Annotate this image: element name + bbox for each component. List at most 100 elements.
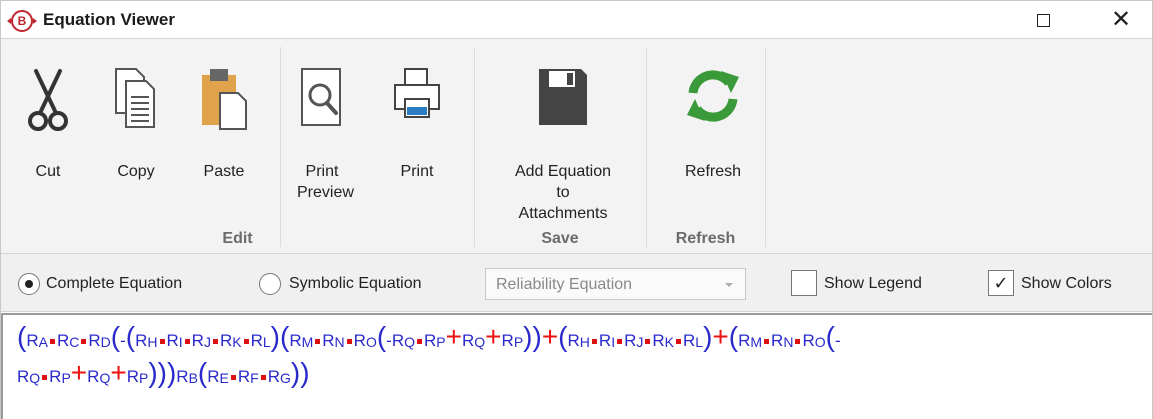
equation-variable: RP bbox=[424, 331, 446, 350]
show-colors-label[interactable]: Show Colors bbox=[1021, 275, 1112, 293]
equation-variable: RO bbox=[353, 331, 377, 350]
maximize-button[interactable] bbox=[1021, 1, 1065, 39]
equation-variable: RM bbox=[738, 331, 763, 350]
ribbon: Cut Copy Paste Print Preview Print Edit … bbox=[1, 39, 1152, 254]
equation-paren: ( bbox=[558, 321, 568, 352]
equation-product-dot bbox=[260, 374, 266, 380]
printer-icon bbox=[393, 67, 441, 130]
equation-variable: RH bbox=[135, 331, 158, 350]
equation-variable-subscript: I bbox=[178, 334, 183, 350]
equation-variable-subscript: F bbox=[250, 370, 259, 386]
equation-variable: RQ bbox=[17, 367, 41, 386]
print-preview-button[interactable]: Print Preview bbox=[287, 39, 357, 219]
ribbon-separator bbox=[474, 47, 475, 247]
equation-operator: + bbox=[712, 321, 729, 352]
equation-operator: + bbox=[445, 321, 462, 352]
equation-variable: RN bbox=[771, 331, 794, 350]
show-legend-label[interactable]: Show Legend bbox=[824, 275, 922, 293]
equation-variable: RF bbox=[237, 367, 259, 386]
equation-variable-subscript: J bbox=[636, 334, 644, 350]
equation-paren: ) bbox=[157, 357, 167, 388]
equation-product-dot bbox=[42, 374, 48, 380]
equation-variable: RP bbox=[49, 367, 71, 386]
app-logo-icon: B bbox=[7, 10, 37, 32]
equation-variable-subscript: G bbox=[280, 370, 291, 386]
complete-equation-radio[interactable] bbox=[18, 273, 40, 295]
equation-variable-subscript: C bbox=[69, 334, 80, 350]
equation-variable-subscript: L bbox=[262, 334, 271, 350]
copy-icon bbox=[114, 67, 158, 134]
equation-variable: RK bbox=[219, 331, 242, 350]
print-preview-icon bbox=[300, 67, 344, 134]
cut-button[interactable]: Cut bbox=[17, 39, 79, 219]
equation-variable-subscript: O bbox=[365, 334, 377, 350]
print-button[interactable]: Print bbox=[383, 39, 451, 219]
equation-variable-subscript: M bbox=[750, 334, 763, 350]
equation-variable-subscript: Q bbox=[29, 370, 41, 386]
equation-variable-subscript: A bbox=[38, 334, 48, 350]
equation-paren: ( bbox=[197, 357, 208, 388]
equation-paren: ) bbox=[300, 357, 310, 388]
equation-display: (RA RC RD(-(RH RI RJ RK RL)(RM RN RO(-RQ RP+RQ+RP… bbox=[1, 313, 1152, 419]
equation-variable-subscript: N bbox=[783, 334, 794, 350]
equation-product-dot bbox=[230, 374, 236, 380]
paste-button[interactable]: Paste bbox=[191, 39, 257, 219]
add-equation-to-attachments-button[interactable]: Add Equation to Attachments bbox=[481, 39, 645, 222]
equation-variable-subscript: P bbox=[61, 370, 71, 386]
equation-minus: - bbox=[386, 331, 392, 350]
equation-product-dot bbox=[417, 338, 423, 344]
equation-variable: RP bbox=[501, 331, 524, 350]
add-equation-label: Add Equation to Attachments bbox=[514, 163, 612, 222]
show-colors-checkbox[interactable]: ✓ bbox=[988, 270, 1014, 296]
equation-operator: + bbox=[70, 357, 88, 388]
complete-equation-label[interactable]: Complete Equation bbox=[46, 275, 182, 293]
equation-variable-subscript: K bbox=[232, 334, 242, 350]
equation-paren: ) bbox=[166, 357, 177, 388]
copy-button[interactable]: Copy bbox=[105, 39, 167, 219]
equation-type-dropdown[interactable]: Reliability Equation bbox=[485, 268, 746, 300]
equation-variable-subscript: K bbox=[664, 334, 674, 350]
equation-type-value: Reliability Equation bbox=[496, 276, 633, 293]
equation-product-dot bbox=[212, 338, 218, 344]
equation-variable-subscript: L bbox=[695, 334, 704, 350]
equation-line: RQ RP+RQ+RP)))RB(RE RF RG)) bbox=[17, 355, 1152, 391]
maximize-icon bbox=[1036, 14, 1050, 28]
equation-product-dot bbox=[243, 338, 249, 344]
refresh-group-label: Refresh bbox=[675, 230, 736, 247]
symbolic-equation-label[interactable]: Symbolic Equation bbox=[289, 275, 422, 293]
window-title: Equation Viewer bbox=[43, 10, 175, 29]
equation-paren: ( bbox=[728, 321, 739, 352]
equation-variable: RE bbox=[207, 367, 229, 386]
checkmark-icon: ✓ bbox=[993, 273, 1009, 293]
equation-variable: RL bbox=[250, 331, 271, 350]
symbolic-equation-radio[interactable] bbox=[259, 273, 281, 295]
equation-operator: + bbox=[110, 357, 127, 388]
equation-paren: ) bbox=[703, 321, 713, 352]
equation-operator: + bbox=[485, 321, 502, 352]
equation-variable-subscript: P bbox=[436, 334, 446, 350]
equation-paren: ( bbox=[376, 321, 387, 352]
equation-variable-subscript: D bbox=[100, 334, 111, 350]
equation-product-dot bbox=[645, 338, 651, 344]
equation-variable-subscript: N bbox=[334, 334, 345, 350]
close-button[interactable]: ✕ bbox=[1099, 1, 1143, 39]
refresh-button[interactable]: Refresh bbox=[661, 39, 765, 219]
equation-variable-subscript: H bbox=[579, 334, 590, 350]
equation-product-dot bbox=[591, 338, 597, 344]
ribbon-separator bbox=[646, 47, 647, 247]
equation-variable-subscript: Q bbox=[404, 334, 416, 350]
equation-paren: ) bbox=[290, 357, 301, 388]
equation-variable: RL bbox=[682, 331, 704, 350]
equation-variable: RD bbox=[88, 331, 111, 350]
equation-variable-subscript: H bbox=[147, 334, 158, 350]
refresh-icon bbox=[683, 67, 743, 130]
options-bar: Complete Equation Symbolic Equation Reli… bbox=[1, 254, 1152, 312]
equation-paren: ( bbox=[110, 321, 121, 352]
equation-paren: ( bbox=[17, 321, 27, 352]
equation-product-dot bbox=[675, 338, 681, 344]
equation-variable-subscript: M bbox=[301, 334, 314, 350]
show-legend-checkbox[interactable] bbox=[791, 270, 817, 296]
equation-product-dot bbox=[81, 338, 87, 344]
cut-label: Cut bbox=[35, 163, 61, 180]
print-label: Print bbox=[400, 163, 434, 180]
